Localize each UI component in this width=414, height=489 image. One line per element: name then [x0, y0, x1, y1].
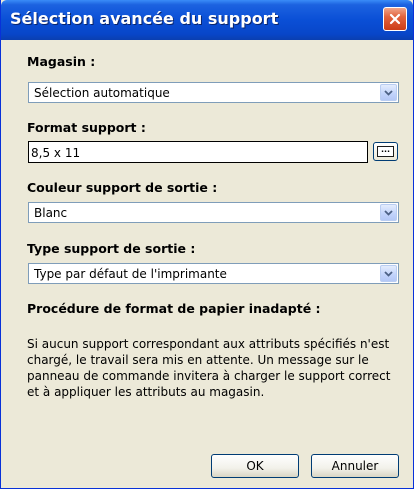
- ellipsis-icon: ···: [377, 146, 394, 157]
- type-select[interactable]: Type par défaut de l'imprimante: [28, 263, 399, 284]
- procedure-description: Si aucun support correspondant aux attri…: [27, 337, 391, 399]
- browse-format-button[interactable]: ···: [373, 142, 398, 161]
- procedure-heading: Procédure de format de papier inadapté :: [27, 301, 321, 316]
- magasin-dropdown-button[interactable]: [380, 84, 397, 101]
- couleur-dropdown-button[interactable]: [380, 204, 397, 221]
- chevron-down-icon: [384, 209, 393, 216]
- cancel-button[interactable]: Annuler: [311, 454, 399, 478]
- close-button[interactable]: [383, 7, 407, 31]
- type-value: Type par défaut de l'imprimante: [34, 267, 227, 281]
- magasin-label: Magasin :: [27, 54, 96, 69]
- chevron-down-icon: [384, 270, 393, 277]
- couleur-select[interactable]: Blanc: [28, 202, 399, 223]
- dialog-window: Sélection avancée du support Magasin : S…: [0, 0, 414, 489]
- couleur-label: Couleur support de sortie :: [27, 180, 218, 195]
- chevron-down-icon: [384, 89, 393, 96]
- magasin-value: Sélection automatique: [34, 86, 170, 100]
- format-label: Format support :: [27, 120, 146, 135]
- close-icon: [389, 13, 401, 25]
- dialog-title: Sélection avancée du support: [10, 9, 279, 28]
- format-field[interactable]: [28, 141, 368, 163]
- ok-button[interactable]: OK: [211, 454, 299, 478]
- type-dropdown-button[interactable]: [380, 265, 397, 282]
- format-input[interactable]: [29, 143, 361, 160]
- couleur-value: Blanc: [34, 206, 68, 220]
- title-bar[interactable]: Sélection avancée du support: [1, 0, 413, 40]
- type-label: Type support de sortie :: [27, 241, 196, 256]
- magasin-select[interactable]: Sélection automatique: [28, 82, 399, 103]
